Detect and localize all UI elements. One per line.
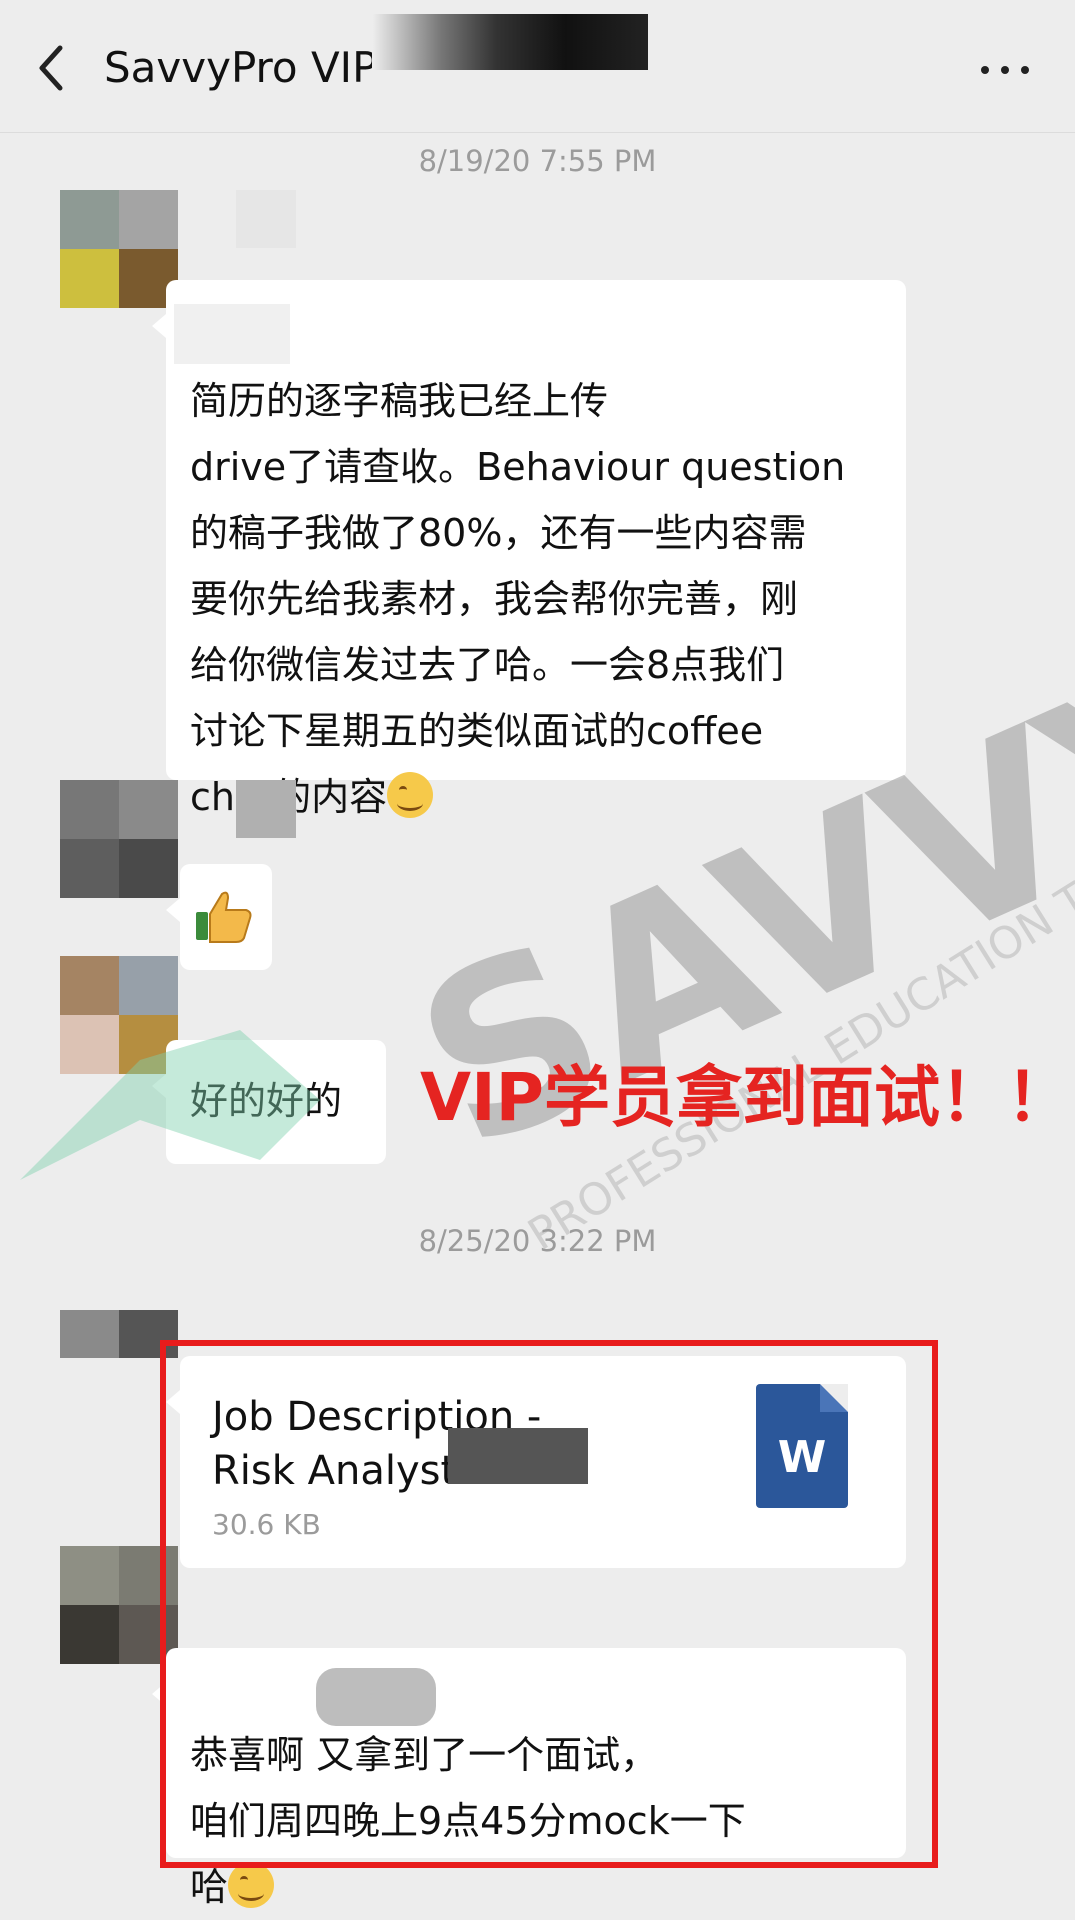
message-text: 简历的逐字稿我已经上传 drive了请查收。Behaviour question… [190, 379, 846, 819]
smile-emoji-icon [387, 772, 434, 818]
more-dots-icon[interactable] [975, 44, 1035, 94]
chat-header: SavvyPro VIP [0, 0, 1075, 133]
avatar[interactable] [60, 780, 178, 898]
chat-title: SavvyPro VIP [104, 43, 378, 92]
redacted-block [236, 780, 296, 838]
message-bubble[interactable]: 好的好的 [152, 1040, 386, 1164]
message-text: 好的好的 [190, 1079, 343, 1123]
avatar[interactable] [60, 956, 178, 1074]
timestamp: 8/19/20 7:55 PM [418, 144, 657, 178]
svg-text:PROFESSIONAL EDUCATION TRAININ: PROFESSIONAL EDUCATION TRAINING [519, 775, 1075, 1260]
timestamp: 8/25/20 3:22 PM [418, 1224, 657, 1258]
thumbs-up-icon [194, 888, 254, 948]
message-bubble[interactable]: 简历的逐字稿我已经上传 drive了请查收。Behaviour question… [152, 280, 906, 819]
redacted-block [174, 304, 290, 364]
chevron-left-icon[interactable] [28, 38, 78, 98]
promo-text: VIP学员拿到面试！！ [420, 1059, 1073, 1136]
avatar[interactable] [60, 190, 178, 308]
smile-emoji-icon [228, 1862, 275, 1908]
redacted-block [372, 14, 648, 70]
highlight-frame [160, 1340, 938, 1868]
redacted-block [236, 190, 296, 248]
message-bubble[interactable] [166, 864, 272, 970]
